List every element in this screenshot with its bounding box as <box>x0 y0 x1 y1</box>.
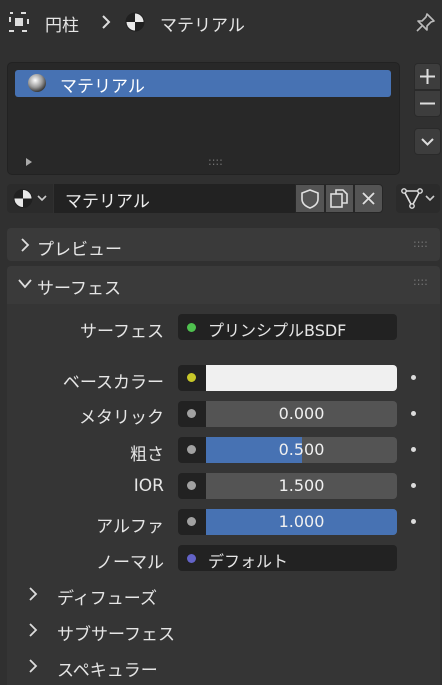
slot-specials-menu-button[interactable] <box>414 128 441 155</box>
preview-collapsed-chevron-icon <box>19 237 31 253</box>
object-name: 円柱 <box>45 16 79 36</box>
roughness-label: 粗さ <box>130 445 164 465</box>
browse-material-button[interactable] <box>7 184 53 213</box>
preview-panel-title: プレビュー <box>37 240 122 260</box>
surface-drag-grip-icon[interactable]: :::: <box>413 275 428 288</box>
surface-expanded-chevron-icon <box>17 277 33 291</box>
float-socket-dot <box>187 481 196 490</box>
roughness-value: 0.500 <box>278 440 325 459</box>
metallic-slider[interactable]: 0.000 <box>206 401 397 427</box>
metallic-value: 0.000 <box>278 404 325 423</box>
material-preview-sphere-icon <box>26 72 48 94</box>
surface-panel-title: サーフェス <box>37 279 121 299</box>
material-name-breadcrumb: マテリアル <box>160 16 245 36</box>
ior-slider[interactable]: 1.500 <box>206 473 397 499</box>
alpha-slider[interactable]: 1.000 <box>206 509 397 535</box>
material-name-value: マテリアル <box>65 192 150 212</box>
color-socket-dot <box>187 373 196 382</box>
float-socket-dot <box>187 445 196 454</box>
subpanel-diffuse[interactable]: ディフューズ <box>57 584 157 609</box>
alpha-value: 1.000 <box>278 512 325 531</box>
pin-icon[interactable] <box>414 12 436 34</box>
metallic-keyframe-dot[interactable] <box>411 411 416 416</box>
shader-socket-dot <box>187 323 196 332</box>
fake-user-button[interactable] <box>295 184 325 213</box>
ior-keyframe-dot[interactable] <box>411 483 416 488</box>
specular-chevron-icon[interactable] <box>27 658 39 674</box>
material-slot-label: マテリアル <box>60 77 145 97</box>
float-socket-dot <box>187 409 196 418</box>
subsurface-chevron-icon[interactable] <box>27 622 39 638</box>
base-color-swatch[interactable] <box>206 365 397 391</box>
subpanel-subsurface[interactable]: サブサーフェス <box>57 620 175 645</box>
remove-slot-button[interactable] <box>414 90 441 117</box>
material-icon <box>124 11 146 33</box>
alpha-label: アルファ <box>96 517 164 537</box>
base-color-label: ベースカラー <box>62 373 164 393</box>
roughness-keyframe-dot[interactable] <box>411 447 416 452</box>
surface-shader-value: プリンシプルBSDF <box>208 321 347 340</box>
base-color-keyframe-dot[interactable] <box>411 375 416 380</box>
normal-value: デフォルト <box>208 552 289 571</box>
vector-socket-dot <box>187 554 196 563</box>
normal-label: ノーマル <box>96 553 164 573</box>
resize-grip-icon[interactable]: :::: <box>208 155 223 168</box>
breadcrumb-chevron-icon <box>100 14 112 30</box>
duplicate-material-button[interactable] <box>325 184 354 213</box>
metallic-label: メタリック <box>79 408 164 428</box>
ior-label: IOR <box>133 476 164 496</box>
expand-triangle-icon[interactable] <box>24 157 34 167</box>
surface-shader-label: サーフェス <box>80 322 164 342</box>
preview-drag-grip-icon[interactable]: :::: <box>413 237 428 250</box>
link-mode-button[interactable] <box>396 184 440 213</box>
roughness-slider[interactable]: 0.500 <box>206 437 397 463</box>
ior-value: 1.500 <box>278 476 325 495</box>
float-socket-dot <box>187 517 196 526</box>
object-type-icon <box>8 11 30 33</box>
unlink-material-button[interactable] <box>354 184 383 213</box>
add-slot-button[interactable] <box>414 63 441 90</box>
diffuse-chevron-icon[interactable] <box>27 586 39 602</box>
alpha-keyframe-dot[interactable] <box>411 519 416 524</box>
subpanel-specular[interactable]: スペキュラー <box>57 656 158 681</box>
